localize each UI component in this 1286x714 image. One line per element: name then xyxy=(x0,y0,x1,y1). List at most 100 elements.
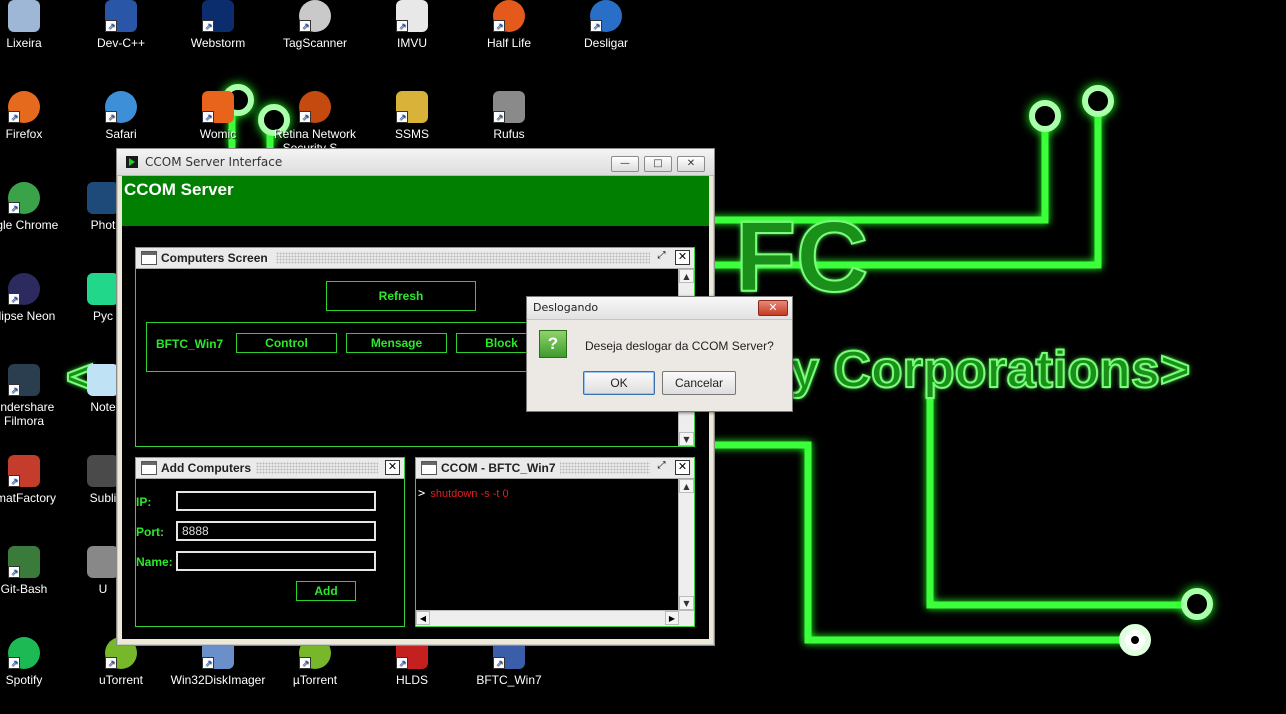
maximize-button[interactable]: □ xyxy=(644,156,672,172)
desktop-icon-label: TagScanner xyxy=(282,36,348,50)
minimize-button[interactable]: — xyxy=(611,156,639,172)
scroll-left-icon[interactable]: ◀ xyxy=(416,611,430,625)
frame-titlebar[interactable]: Add Computers ✕ xyxy=(136,458,404,479)
frame-title: Computers Screen xyxy=(161,251,272,265)
desktop-icon-filmora[interactable]: ↗ ondershare Filmora xyxy=(0,364,72,428)
add-computers-frame: Add Computers ✕ IP: Port: Name: Add xyxy=(135,457,405,627)
desktop-icon-webstorm[interactable]: ↗ Webstorm xyxy=(170,0,266,50)
question-icon: ? xyxy=(539,330,567,358)
desktop-icon-half-life[interactable]: ↗ Half Life xyxy=(461,0,557,50)
message-button[interactable]: Mensage xyxy=(346,333,447,353)
ssms-icon: ↗ xyxy=(396,91,428,123)
desktop-icon-git-bash[interactable]: ↗ Git-Bash xyxy=(0,546,72,596)
close-button[interactable]: ✕ xyxy=(677,156,705,172)
devcpp-icon: ↗ xyxy=(105,0,137,32)
desktop-icon-tagscanner[interactable]: ↗ TagScanner xyxy=(267,0,363,50)
desktop-icon-label: HLDS xyxy=(395,673,428,687)
sublime-icon xyxy=(87,455,119,487)
header-bar: CCOM Server xyxy=(122,176,709,226)
scroll-down-icon[interactable]: ▼ xyxy=(679,596,694,610)
safari-icon: ↗ xyxy=(105,91,137,123)
frame-titlebar[interactable]: CCOM - BFTC_Win7 ⤢ ✕ xyxy=(416,458,694,479)
desktop-icon-label: SSMS xyxy=(394,127,429,141)
desktop-icon-label: Safari xyxy=(105,127,137,141)
git-bash-icon: ↗ xyxy=(8,546,40,578)
chrome-icon: ↗ xyxy=(8,182,40,214)
name-input[interactable] xyxy=(176,551,376,571)
formatfactory-icon: ↗ xyxy=(8,455,40,487)
wallpaper-corporations-text: y Corporations> xyxy=(789,340,1191,400)
scroll-right-icon[interactable]: ▶ xyxy=(665,611,679,625)
desktop-icon-label: Firefox xyxy=(5,127,43,141)
cancel-button[interactable]: Cancelar xyxy=(662,371,736,395)
desktop-icon-spotify[interactable]: ↗ Spotify xyxy=(0,637,72,687)
u-icon xyxy=(87,546,119,578)
magnifier-icon: ↗ xyxy=(299,0,331,32)
desktop-icon-label: Git-Bash xyxy=(0,582,48,596)
control-button[interactable]: Control xyxy=(236,333,337,353)
desktop-icon-formatfactory[interactable]: ↗ rmatFactory xyxy=(0,455,72,505)
frame-close-button[interactable]: ✕ xyxy=(675,250,690,265)
desktop-icon-desligar[interactable]: ↗ Desligar xyxy=(558,0,654,50)
desktop-icon-eclipse[interactable]: ↗ clipse Neon xyxy=(0,273,72,323)
desktop-icon-ssms[interactable]: ↗ SSMS xyxy=(364,91,460,141)
desktop-icon-womic[interactable]: ↗ Womic xyxy=(170,91,266,141)
console-output[interactable]: > shutdown -s -t 0 xyxy=(418,482,676,602)
desktop-icon-imvu[interactable]: ↗ IMVU xyxy=(364,0,460,50)
restore-icon[interactable]: ⤢ xyxy=(655,460,668,473)
scroll-up-icon[interactable]: ▲ xyxy=(679,269,694,283)
desktop-icon-label: Win32DiskImager xyxy=(170,673,266,687)
dialog-message: Deseja deslogar da CCOM Server? xyxy=(585,339,774,353)
scroll-down-icon[interactable]: ▼ xyxy=(679,432,694,446)
ip-label: IP: xyxy=(136,495,152,509)
desktop-icon-label: Desligar xyxy=(583,36,628,50)
desktop-icon-firefox[interactable]: ↗ Firefox xyxy=(0,91,72,141)
desktop-icon-label: µTorrent xyxy=(292,673,338,687)
desktop-icon-label: ondershare Filmora xyxy=(0,400,55,428)
desktop-icon-label: uTorrent xyxy=(98,673,144,687)
eclipse-icon: ↗ xyxy=(8,273,40,305)
horizontal-scrollbar[interactable]: ◀ ▶ xyxy=(416,610,694,626)
desktop-icon-safari[interactable]: ↗ Safari xyxy=(73,91,169,141)
frame-icon xyxy=(141,251,157,265)
desktop-icon-label: U xyxy=(98,582,108,596)
frame-titlebar[interactable]: Computers Screen ⤢ ✕ xyxy=(136,248,694,269)
ok-button[interactable]: OK xyxy=(583,371,655,395)
vertical-scrollbar[interactable]: ▲ ▼ xyxy=(678,479,694,610)
desktop-icon-retina[interactable]: ↗Retina Network Security S... xyxy=(267,91,363,155)
name-label: Name: xyxy=(136,555,173,569)
desktop-icon-label: Webstorm xyxy=(190,36,246,50)
firefox-icon: ↗ xyxy=(8,91,40,123)
ip-input[interactable] xyxy=(176,491,376,511)
photoshop-icon xyxy=(87,182,119,214)
window-titlebar[interactable]: CCOM Server Interface — □ ✕ xyxy=(117,149,714,176)
refresh-button[interactable]: Refresh xyxy=(326,281,476,311)
dialog-title: Deslogando xyxy=(533,301,599,314)
header-title: CCOM Server xyxy=(124,180,234,199)
desktop-icon-label: Pyc xyxy=(92,309,113,323)
scroll-up-icon[interactable]: ▲ xyxy=(679,479,694,493)
womic-icon: ↗ xyxy=(202,91,234,123)
dialog-titlebar[interactable]: Deslogando ✕ xyxy=(527,297,792,320)
desktop-icon-rufus[interactable]: ↗ Rufus xyxy=(461,91,557,141)
spotify-icon: ↗ xyxy=(8,637,40,669)
port-input[interactable] xyxy=(176,521,376,541)
add-button[interactable]: Add xyxy=(296,581,356,601)
computer-row: BFTC_Win7 Control Mensage Block xyxy=(146,322,548,372)
desktop-icon-chrome[interactable]: ↗ ogle Chrome xyxy=(0,182,72,232)
frame-close-button[interactable]: ✕ xyxy=(675,460,690,475)
console-frame: CCOM - BFTC_Win7 ⤢ ✕ > shutdown -s -t 0 … xyxy=(415,457,695,627)
logout-dialog: Deslogando ✕ ? Deseja deslogar da CCOM S… xyxy=(526,296,793,412)
desktop-icon-label: Phot xyxy=(90,218,116,232)
frame-close-button[interactable]: ✕ xyxy=(385,460,400,475)
port-label: Port: xyxy=(136,525,164,539)
desktop-icon-label: Dev-C++ xyxy=(96,36,146,50)
desktop-icon-label: IMVU xyxy=(397,36,427,50)
dialog-close-button[interactable]: ✕ xyxy=(758,300,788,316)
desktop-icon-label: Subli xyxy=(89,491,117,505)
desktop-icon-devcpp[interactable]: ↗ Dev-C++ xyxy=(73,0,169,50)
desktop-icon-label: Spotify xyxy=(5,673,43,687)
restore-icon[interactable]: ⤢ xyxy=(655,250,668,263)
imvu-icon: ↗ xyxy=(396,0,428,32)
desktop-icon-lixeira[interactable]: Lixeira xyxy=(0,0,72,50)
